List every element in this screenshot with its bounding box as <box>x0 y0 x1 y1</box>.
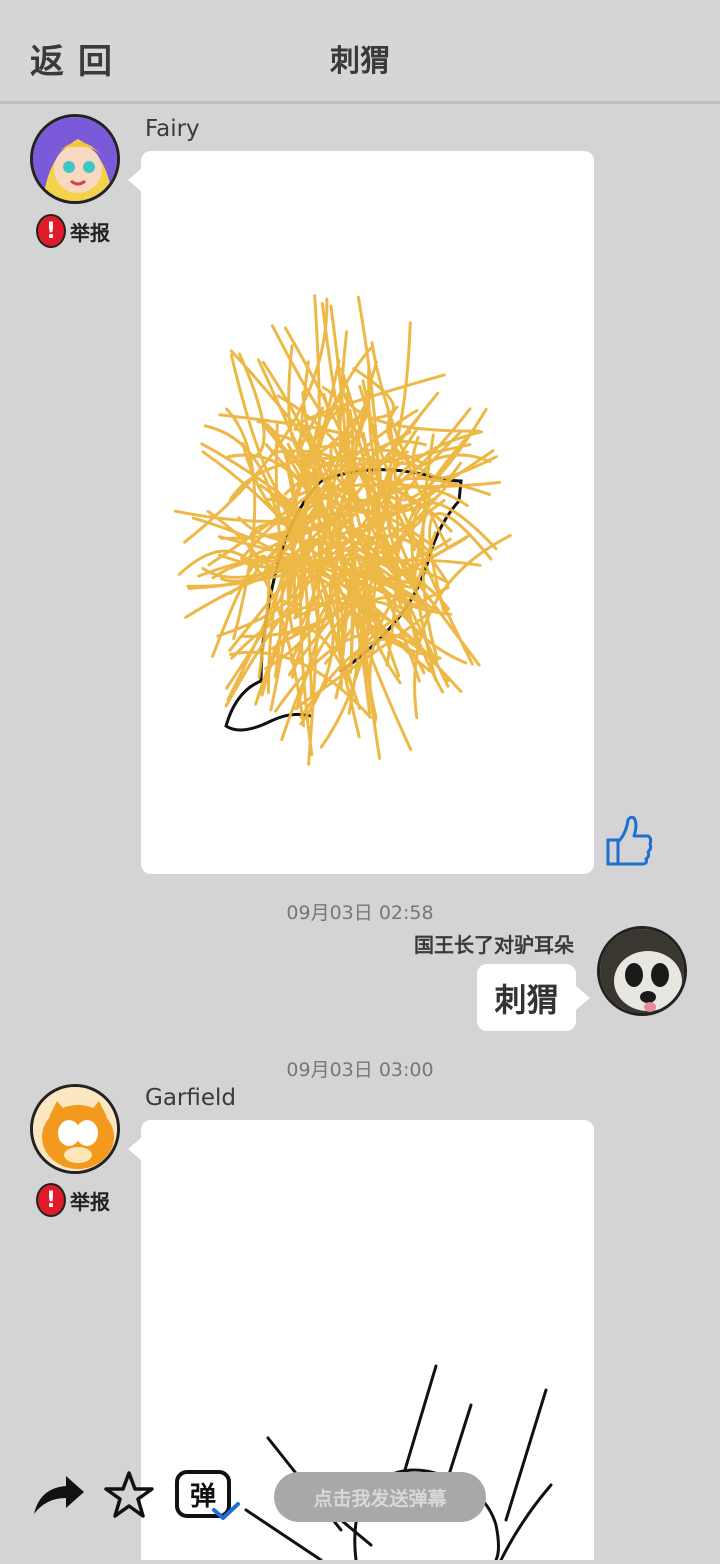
bubble-tail <box>128 1137 142 1161</box>
hedgehog-drawing <box>173 294 512 766</box>
username: 国王长了对驴耳朵 <box>414 933 574 957</box>
top-bar: 返回 刺猬 <box>0 0 720 104</box>
username: Garfield <box>145 1085 237 1111</box>
bottom-toolbar: 弹 点击我发送弹幕 <box>0 1460 720 1560</box>
scribble-strokes <box>173 294 512 766</box>
report-button[interactable]: ! 举报 <box>36 214 110 248</box>
drawing-bubble[interactable] <box>141 151 594 874</box>
avatar[interactable] <box>597 926 687 1016</box>
report-label: 举报 <box>70 1189 110 1214</box>
page-title: 刺猬 <box>330 44 390 79</box>
report-label: 举报 <box>70 220 110 245</box>
checkmark-icon <box>212 1502 240 1520</box>
avatar[interactable] <box>30 114 120 204</box>
timestamp: 09月03日 02:58 <box>286 902 434 924</box>
danmu-input[interactable]: 点击我发送弹幕 <box>274 1472 486 1522</box>
report-button[interactable]: ! 举报 <box>36 1183 110 1217</box>
thumbs-up-icon[interactable] <box>604 814 654 868</box>
bubble-tail <box>576 986 590 1010</box>
exclamation-icon: ! <box>36 1183 66 1217</box>
panda-avatar-icon <box>600 929 684 1013</box>
timestamp: 09月03日 03:00 <box>286 1059 434 1081</box>
avatar[interactable] <box>30 1084 120 1174</box>
text-message-bubble[interactable]: 刺猬 <box>477 964 576 1031</box>
star-icon[interactable] <box>104 1470 154 1520</box>
username: Fairy <box>145 116 200 142</box>
exclamation-icon: ! <box>36 214 66 248</box>
bubble-tail <box>128 168 142 192</box>
share-icon[interactable] <box>30 1470 86 1520</box>
danmu-toggle-button[interactable]: 弹 <box>175 1470 241 1526</box>
anime-girl-avatar-icon <box>33 117 117 201</box>
garfield-avatar-icon <box>33 1087 117 1171</box>
